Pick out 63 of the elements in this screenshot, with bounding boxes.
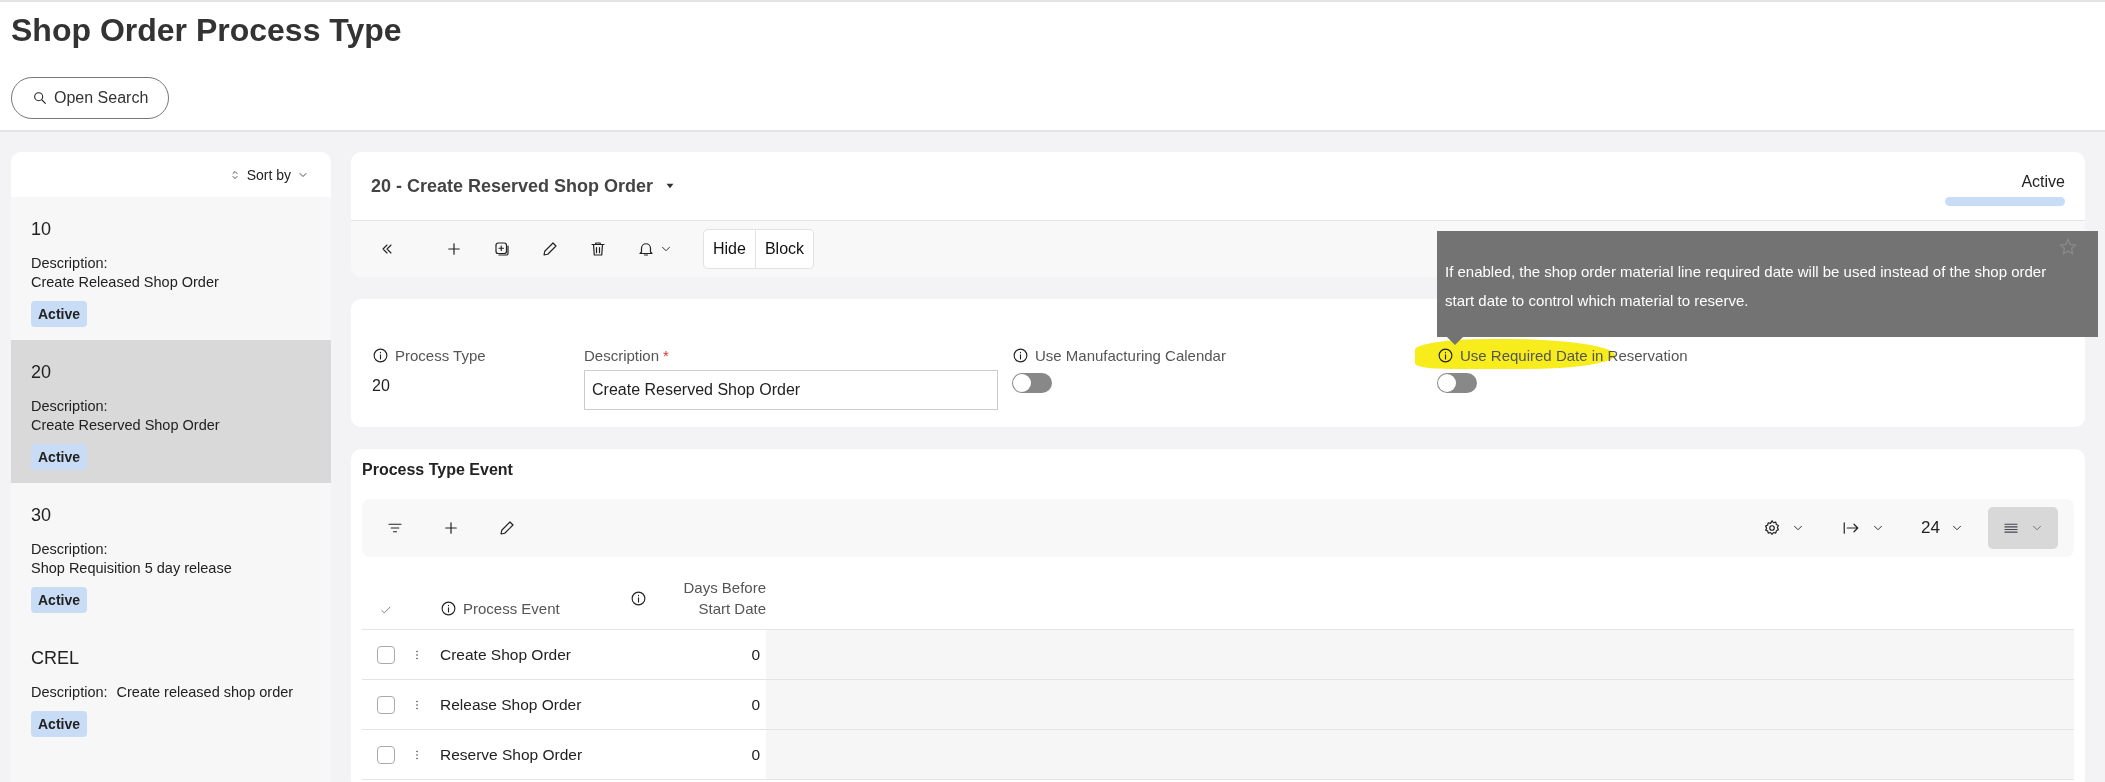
toolbar-button[interactable]: Block — [755, 229, 815, 269]
field-label: Description * — [584, 346, 669, 364]
status-badge: Active — [31, 301, 88, 327]
description-label: Description: — [31, 254, 109, 273]
status-badge: Active — [31, 711, 88, 737]
info-icon — [440, 600, 457, 617]
trash-icon — [589, 240, 607, 258]
sort-by-button[interactable]: Sort by — [228, 166, 309, 183]
column-header: Process Event — [463, 600, 560, 617]
field-label: Process Type — [395, 346, 486, 364]
column-header: Days Before Start Date — [682, 578, 766, 619]
info-icon — [372, 346, 389, 364]
info-icon — [630, 589, 647, 607]
item-id: 10 — [31, 219, 53, 240]
page-title: Shop Order Process Type — [11, 12, 402, 49]
table-cell: Release Shop Order — [440, 695, 582, 714]
table-cell: Create Shop Order — [440, 645, 571, 664]
pencil-icon — [541, 240, 559, 258]
toolbar-button[interactable]: Hide — [703, 229, 756, 269]
description-text: Shop Requisition 5 day release — [31, 559, 233, 578]
description-text: Create Reserved Shop Order — [31, 416, 221, 435]
plus-icon — [445, 240, 463, 258]
info-icon — [1012, 346, 1029, 364]
row-checkbox[interactable] — [377, 695, 395, 714]
list-item[interactable]: CREL Description: Create released shop order Active — [11, 626, 331, 769]
table-cell-text: 0 — [751, 745, 761, 765]
description-label: Description: — [31, 397, 109, 416]
field-label: Use Manufacturing Calendar — [1035, 346, 1226, 364]
row-checkbox[interactable] — [377, 745, 395, 764]
view-dropdown[interactable] — [1988, 507, 2058, 549]
description-label: Description: — [31, 683, 108, 702]
description-input[interactable]: Create Reserved Shop Order — [584, 370, 998, 410]
tooltip-text: If enabled, the shop order material line required date will be used instead of the shop order start date to control which material to reserve. — [1445, 263, 2047, 309]
record-title: 20 - Create Reserved Shop Order — [371, 175, 654, 197]
field-value: 20 — [372, 377, 391, 395]
description-label: Description: — [31, 540, 109, 559]
pencil-icon — [498, 519, 516, 537]
item-id: 20 — [31, 362, 53, 383]
description-text: Create released shop order — [116, 683, 294, 702]
toggle-switch[interactable] — [1012, 373, 1052, 393]
row-checkbox[interactable] — [377, 645, 395, 664]
duplicate-icon — [493, 240, 511, 258]
bell-icon — [637, 240, 655, 258]
table-cell-text: 0 — [751, 695, 761, 715]
status-text: Active — [2021, 172, 2065, 191]
list-item[interactable]: 20 Description: Create Reserved Shop Order Active — [11, 340, 331, 483]
item-id: CREL — [31, 648, 80, 669]
search-icon[interactable] — [32, 90, 48, 106]
status-badge: Active — [31, 587, 88, 613]
page-size-dropdown[interactable]: 24 — [1909, 510, 1976, 546]
description-text: Create Released Shop Order — [31, 273, 220, 292]
section-title: Process Type Event — [362, 460, 514, 480]
table-cell-text: 0 — [751, 645, 761, 665]
list-item[interactable]: 10 Description: Create Released Shop Order Active — [11, 197, 331, 340]
status-badge: Active — [31, 444, 88, 470]
item-id: 30 — [31, 505, 53, 526]
toggle-switch[interactable] — [1437, 373, 1477, 393]
plus-icon — [442, 519, 460, 537]
table-cell: Reserve Shop Order — [440, 745, 583, 764]
settings-icon — [1763, 519, 1782, 537]
open-search-button[interactable]: Open Search — [11, 77, 170, 119]
info-icon — [1437, 346, 1454, 364]
list-item[interactable]: 30 Description: Shop Requisition 5 day release Active — [11, 483, 331, 626]
